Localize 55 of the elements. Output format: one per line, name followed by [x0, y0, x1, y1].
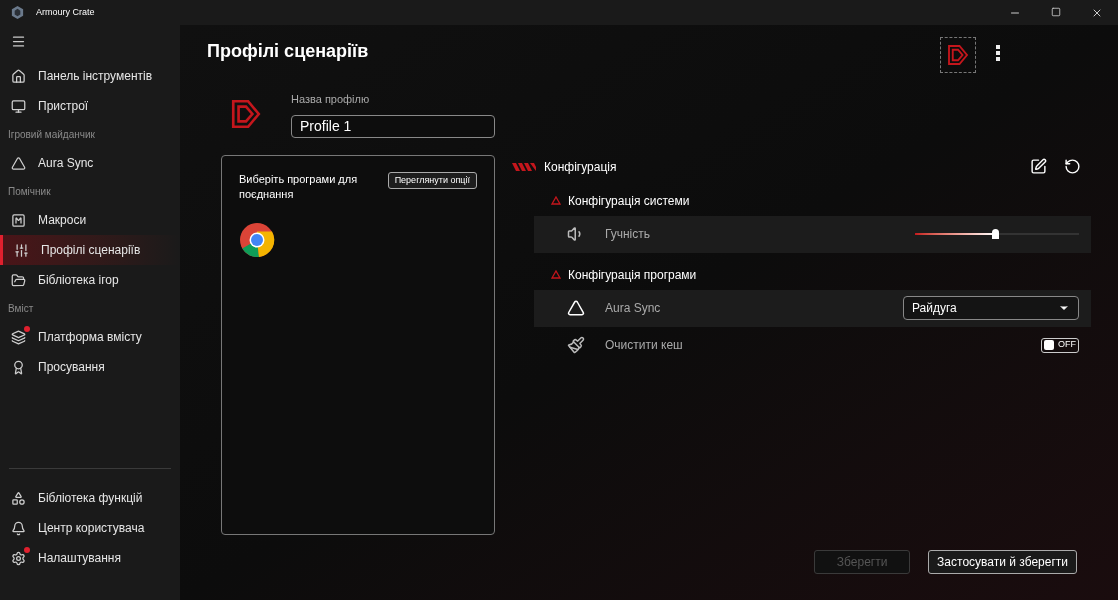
sidebar-item[interactable]: Бібліотека ігор — [0, 265, 180, 295]
profile-logo-icon — [946, 43, 970, 67]
triangle-logo-icon — [567, 299, 585, 317]
setting-label: Очистити кеш — [605, 337, 684, 354]
warning-triangle-icon — [551, 270, 561, 279]
sidebar-item[interactable]: Пристрої — [0, 91, 180, 121]
section-title: Конфігурація — [544, 158, 617, 176]
nav-icon — [11, 359, 26, 375]
nav-icon — [11, 490, 26, 506]
profile-name-field[interactable]: Profile 1 — [291, 114, 495, 138]
menu-icon[interactable] — [11, 34, 26, 49]
subsection-title: Конфігурація системи — [568, 192, 690, 210]
volume-slider[interactable] — [915, 228, 1079, 240]
sidebar-section-header: Вміст — [7, 302, 35, 316]
effect-dropdown[interactable]: Райдуга — [903, 296, 1079, 320]
warning-triangle-icon — [551, 196, 561, 205]
sidebar-item[interactable]: Просування — [0, 352, 180, 382]
sidebar-section-header: Помічник — [7, 185, 52, 199]
nav-icon — [11, 550, 26, 566]
nav-icon — [11, 155, 26, 171]
more-options-icon[interactable] — [996, 45, 1000, 61]
sidebar-item[interactable]: Бібліотека функцій — [0, 483, 180, 513]
app-logo-icon — [10, 5, 25, 20]
nav-icon — [11, 68, 26, 84]
nav-icon — [11, 272, 26, 288]
view-options-button[interactable]: Переглянути опції — [387, 171, 477, 189]
sidebar-section-header: Ігровий майданчик — [7, 128, 96, 142]
sidebar-item[interactable]: Макроси — [0, 205, 180, 235]
window-title: Armoury Crate — [36, 5, 95, 19]
slider-thumb[interactable] — [992, 229, 1000, 239]
page-title: Профілі сценаріїв — [207, 40, 369, 63]
maximize-button[interactable] — [1051, 6, 1061, 17]
sidebar-item[interactable]: Налаштування — [0, 543, 180, 573]
sidebar-item[interactable]: Центр користувача — [0, 513, 180, 543]
nav-icon — [14, 242, 29, 258]
apply-save-button[interactable]: Застосувати й зберегти — [928, 550, 1077, 574]
sidebar-item[interactable]: Платформа вмісту — [0, 322, 180, 352]
profile-image-button[interactable] — [940, 37, 976, 73]
nav-icon — [11, 329, 26, 345]
brush-icon — [567, 336, 585, 354]
sidebar-item[interactable]: Aura Sync — [0, 148, 180, 178]
setting-label: Aura Sync — [605, 300, 662, 317]
nav-icon — [11, 212, 26, 228]
stripes-icon — [512, 162, 536, 171]
nav-icon — [11, 98, 26, 114]
sidebar-item[interactable]: Панель інструментів — [0, 61, 180, 91]
field-label: Назва профілю — [291, 92, 371, 107]
subsection-title: Конфігурація програми — [568, 266, 697, 284]
setting-label: Гучність — [605, 226, 651, 243]
browser-icon[interactable] — [239, 221, 275, 258]
apps-instruction: Виберіть програми для поєднання — [239, 171, 359, 202]
toggle-switch[interactable]: OFF — [1041, 337, 1079, 353]
edit-icon[interactable] — [1030, 158, 1047, 175]
reset-icon[interactable] — [1064, 158, 1081, 175]
nav-icon — [11, 520, 26, 536]
